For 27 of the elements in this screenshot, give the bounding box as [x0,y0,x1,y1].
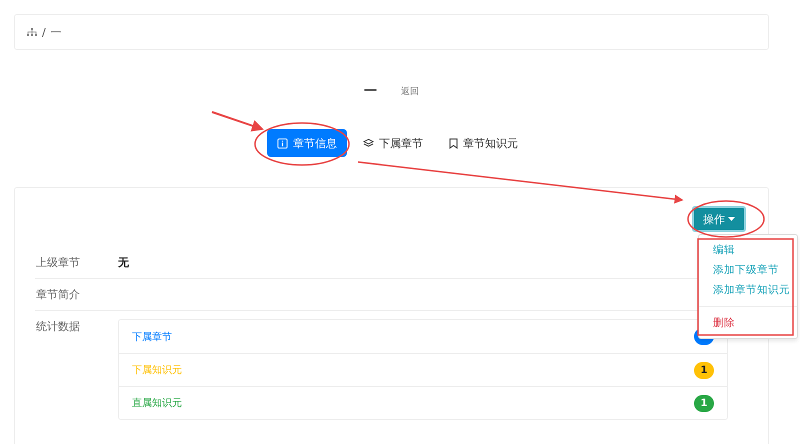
menu-item[interactable]: 编辑 [699,240,797,260]
tab[interactable]: 下属章节 [353,129,433,157]
chapter-title: 一 [364,83,377,100]
menu-item[interactable]: 添加章节知识元 [699,280,797,300]
breadcrumb-separator: / [42,26,46,38]
sitemap-icon [27,28,37,36]
back-link[interactable]: 返回 [401,84,419,98]
statistic-label: 直属知识元 [132,396,182,410]
caret-icon [728,217,735,221]
breadcrumb-current: 一 [50,24,62,40]
menu-item[interactable]: 删除 [699,313,797,333]
field-value: 无 [118,255,129,270]
field-label: 章节简介 [35,287,81,302]
menu-item[interactable]: 添加下级章节 [699,260,797,280]
layers-icon [363,138,374,148]
statistic-label: 下属知识元 [132,364,182,377]
count-badge: 1 [694,362,714,378]
tab[interactable]: 章节信息 [267,129,347,157]
statistic-label: 下属章节 [132,330,172,344]
bookmark-icon [449,138,458,148]
actions-dropdown-button[interactable]: 操作 [692,206,746,232]
info-icon [277,138,288,148]
count-badge: 1 [694,394,714,412]
field-label: 统计数据 [35,319,81,335]
field-label: 上级章节 [35,255,81,270]
annotation-arrow [212,111,264,132]
tab[interactable]: 章节知识元 [439,129,528,157]
